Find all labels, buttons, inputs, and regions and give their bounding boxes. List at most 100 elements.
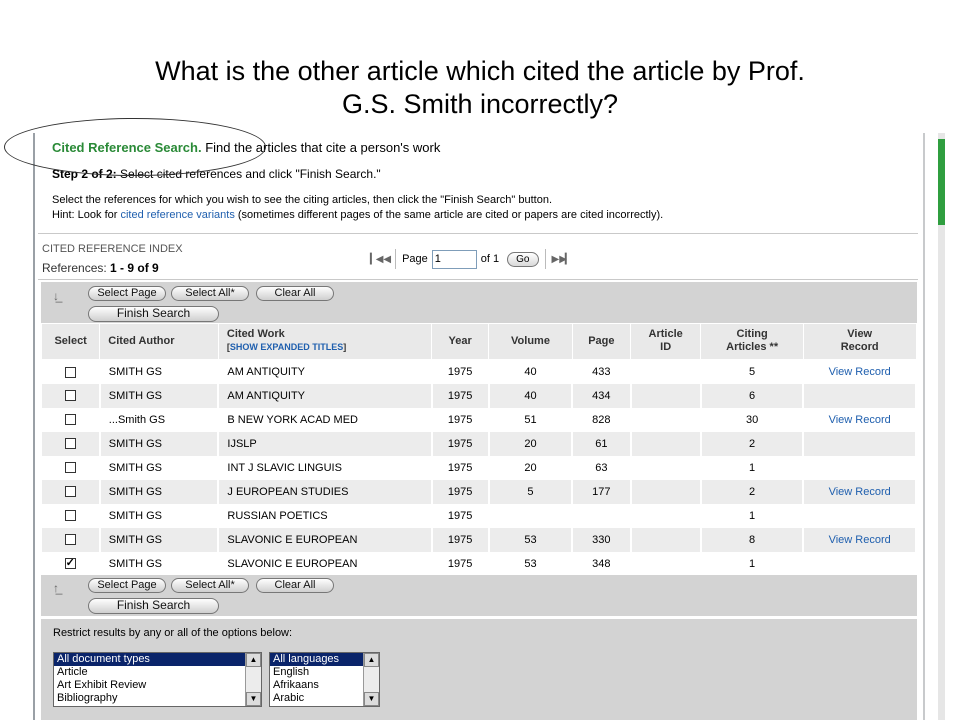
year-cell: 1975 [431,479,490,504]
select-checkbox[interactable] [64,510,76,522]
select-checkbox[interactable] [64,390,76,402]
table-header-row: Select Cited Author Cited Work [SHOW EXP… [40,323,917,361]
page-cell: 348 [572,551,632,576]
col-cited-work[interactable]: Cited Work [SHOW EXPANDED TITLES] [217,323,433,361]
last-page-icon[interactable]: ▶▎ [559,254,572,265]
work-cell: INT J SLAVIC LINGUIS [218,455,433,480]
view-record-link[interactable]: View Record [829,366,891,378]
year-value: 1975 [447,509,473,522]
select-cell [41,479,101,504]
scroll-down-icon[interactable]: ▼ [364,692,379,706]
col-view-record: View Record [802,323,917,361]
listbox-scrollbar[interactable]: ▲ ▼ [245,653,261,706]
finish-search-button[interactable]: Finish Search [88,598,219,614]
select-checkbox[interactable] [64,556,76,570]
volume-value: 5 [527,485,534,498]
year-cell: 1975 [431,455,490,480]
view-record-link[interactable]: View Record [829,534,891,546]
author-cell: SMITH GS [99,359,220,384]
select-checkbox[interactable] [64,414,76,426]
citing-value: 30 [745,413,759,426]
col-volume[interactable]: Volume [488,323,573,361]
table-row: SMITH GS SLAVONIC E EUROPEAN 1975 53 348 1 [41,551,917,576]
scroll-down-icon[interactable]: ▼ [246,692,261,706]
volume-cell: 20 [488,455,574,480]
author-cell: SMITH GS [99,527,220,552]
scroll-up-icon[interactable]: ▲ [246,653,261,667]
article-id-cell [630,383,702,408]
view-cell [803,431,917,456]
go-button[interactable]: Go [507,251,539,267]
select-checkbox[interactable] [64,366,76,378]
work-value: IJSLP [227,437,257,450]
table-row: SMITH GS J EUROPEAN STUDIES 1975 5 177 2 View … [41,479,917,504]
author-value: ...Smith GS [108,413,166,426]
col-year[interactable]: Year [430,323,490,361]
article-id-cell [630,479,702,504]
year-value: 1975 [447,389,473,402]
select-checkbox[interactable] [64,534,76,546]
select-cell [41,383,101,408]
table-row: SMITH GS INT J SLAVIC LINGUIS 1975 20 63 1 [41,455,917,480]
listbox-scrollbar[interactable]: ▲ ▼ [363,653,379,706]
year-value: 1975 [447,413,473,426]
select-checkbox[interactable] [64,462,76,474]
doc-type-option[interactable]: Art Exhibit Review [54,679,261,692]
document-type-listbox[interactable]: All document types Article Art Exhibit R… [53,652,262,707]
view-cell [803,551,917,576]
pager-separator [395,249,397,269]
year-value: 1975 [447,533,473,546]
page-cell: 828 [572,407,632,432]
next-page-icon[interactable]: ▶ [552,254,560,265]
show-expanded-titles-link[interactable]: SHOW EXPANDED TITLES [230,342,343,352]
citing-cell: 8 [700,527,805,552]
view-record-link[interactable]: View Record [829,486,891,498]
page-cell: 63 [572,455,632,480]
author-value: SMITH GS [108,437,162,450]
select-page-button[interactable]: Select Page [88,286,166,301]
view-cell [803,455,917,480]
first-page-icon[interactable]: ▎◀ [370,254,383,265]
restrict-panel: Restrict results by any or all of the op… [41,619,917,720]
work-cell: SLAVONIC E EUROPEAN [218,551,433,576]
col-cited-author[interactable]: Cited Author [99,323,219,361]
prev-page-icon[interactable]: ◀ [383,254,391,265]
col-citing-articles[interactable]: Citing Articles ** [700,323,804,361]
language-listbox[interactable]: All languages English Afrikaans Arabic ▲… [269,652,380,707]
doc-type-option[interactable]: Article [54,666,261,679]
citing-cell: 2 [700,479,805,504]
year-cell: 1975 [431,407,490,432]
scrollbar-thumb[interactable] [938,139,945,225]
author-cell: ...Smith GS [99,407,220,432]
author-value: SMITH GS [108,509,162,522]
bottom-action-bar: ↑̲ Select Page Select All* Clear All Fin… [41,575,917,616]
year-cell: 1975 [431,359,490,384]
clear-all-button[interactable]: Clear All [256,286,334,301]
select-checkbox[interactable] [64,486,76,498]
select-all-button[interactable]: Select All* [171,286,249,301]
page-number-input[interactable] [431,249,477,269]
index-title: CITED REFERENCE INDEX [42,243,183,255]
scroll-up-icon[interactable]: ▲ [364,653,379,667]
year-cell: 1975 [431,503,490,528]
citing-value: 2 [749,437,756,450]
select-page-button[interactable]: Select Page [88,578,166,593]
pager: ▎◀ ◀ Page of 1 Go ▶ ▶▎ [370,247,573,271]
doc-type-option[interactable]: Bibliography [54,692,261,705]
article-id-cell [630,431,702,456]
work-cell: SLAVONIC E EUROPEAN [218,527,433,552]
view-record-link[interactable]: View Record [829,414,891,426]
clear-all-button[interactable]: Clear All [256,578,334,593]
year-value: 1975 [447,437,473,450]
cited-reference-variants-link[interactable]: cited reference variants [120,209,234,221]
author-cell: SMITH GS [99,431,220,456]
view-cell: View Record [803,479,917,504]
doc-type-option[interactable]: All document types [54,653,261,666]
select-all-button[interactable]: Select All* [171,578,249,593]
page-label: Page [402,253,428,265]
finish-search-button[interactable]: Finish Search [88,306,219,322]
select-cell [41,431,101,456]
col-page[interactable]: Page [571,323,632,361]
select-checkbox[interactable] [64,438,76,450]
citing-cell: 2 [700,431,805,456]
